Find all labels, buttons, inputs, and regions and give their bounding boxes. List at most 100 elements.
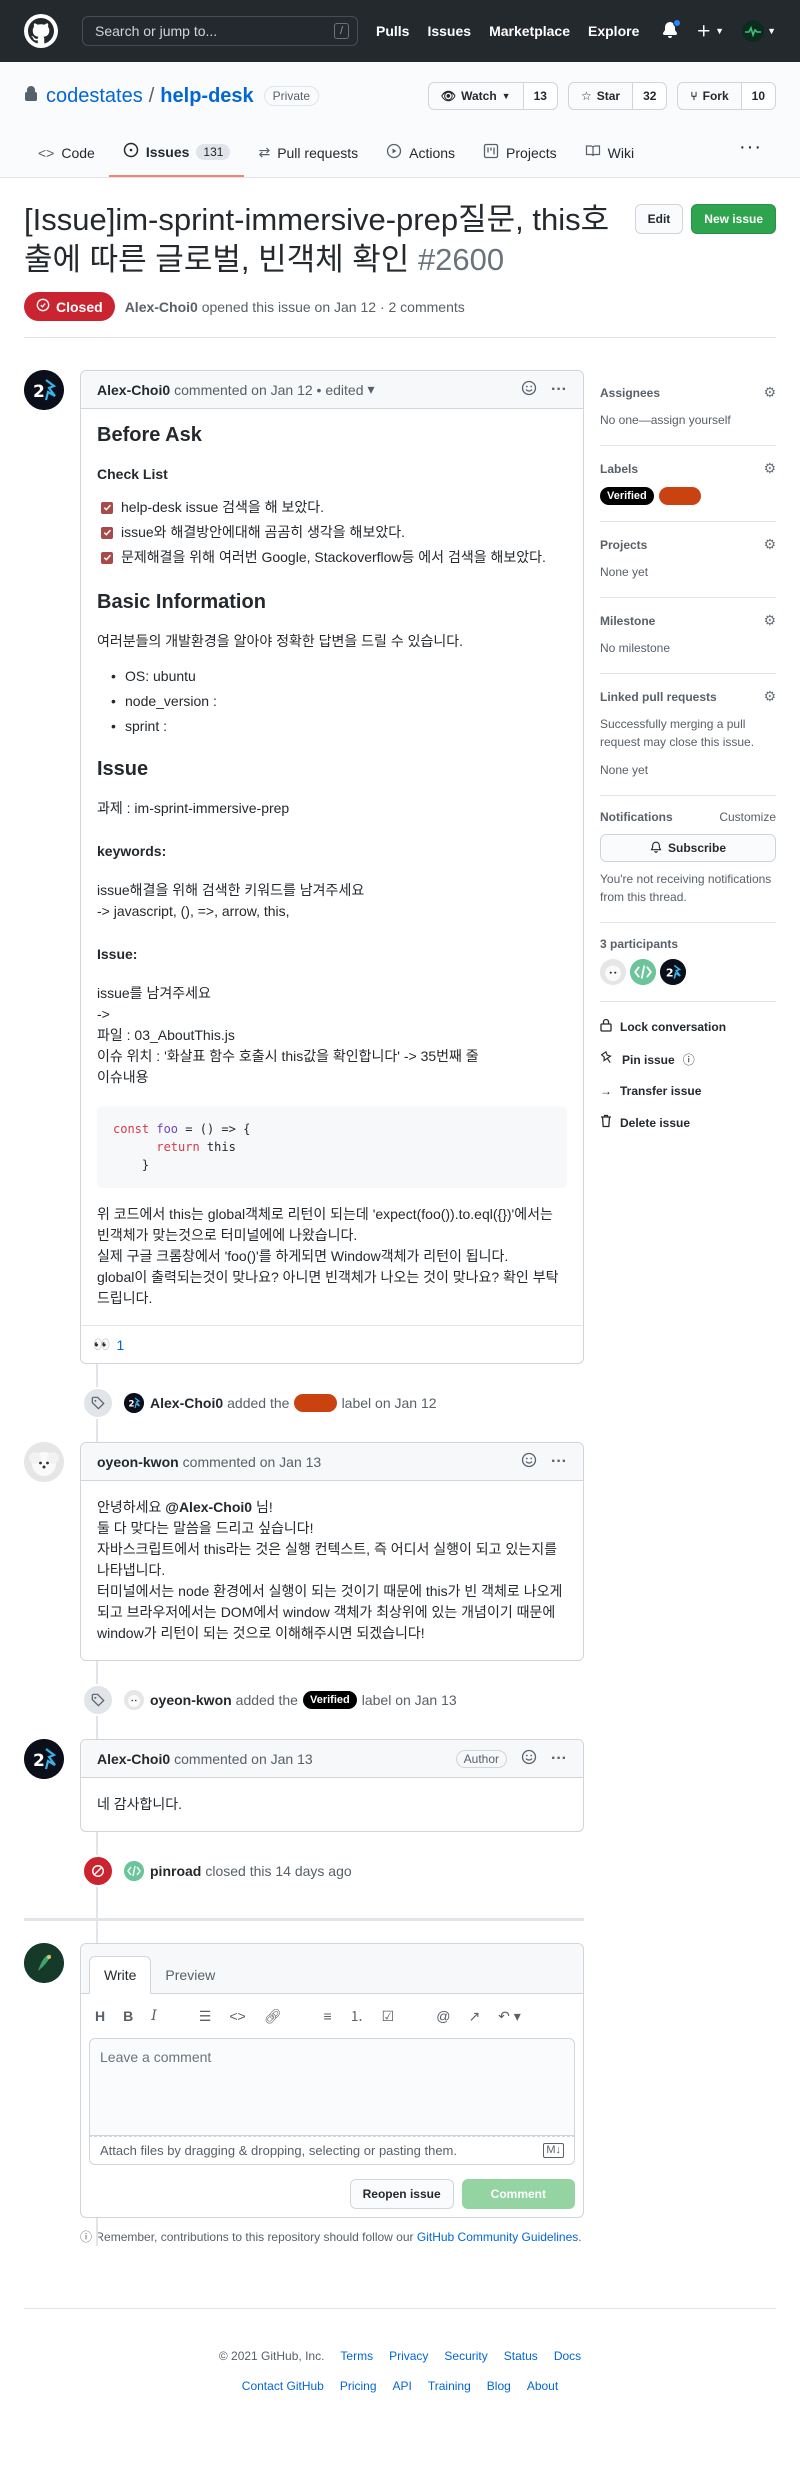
star-button[interactable]: ☆ Star	[569, 83, 634, 109]
footer-link-security[interactable]: Security	[444, 2349, 487, 2363]
issue-label[interactable]: issue	[659, 487, 702, 505]
avatar[interactable]: 2	[24, 370, 64, 410]
gear-icon[interactable]: ⚙	[763, 612, 776, 629]
footer-link-blog[interactable]: Blog	[487, 2379, 511, 2393]
user-mention-link[interactable]: @Alex-Choi0	[165, 1499, 252, 1515]
github-logo-icon[interactable]	[24, 14, 58, 48]
pin-issue-button[interactable]: Pin issue ⓘ	[600, 1050, 776, 1068]
avatar[interactable]	[24, 1943, 64, 1983]
quote-icon[interactable]: ☰	[199, 2008, 212, 2025]
star-count[interactable]: 32	[633, 83, 667, 109]
gear-icon[interactable]: ⚙	[763, 384, 776, 401]
comment-meta[interactable]: commented on Jan 12 • edited	[174, 382, 363, 398]
footer-link-status[interactable]: Status	[504, 2349, 538, 2363]
footer-link-docs[interactable]: Docs	[554, 2349, 581, 2363]
avatar[interactable]	[600, 959, 626, 985]
chevron-down-icon[interactable]: ▾	[367, 381, 374, 398]
comment-textarea[interactable]: Leave a comment	[89, 2038, 575, 2136]
checkbox-checked-icon[interactable]	[101, 551, 113, 564]
comment-author[interactable]: Alex-Choi0	[97, 1751, 170, 1767]
code-icon[interactable]: <>	[229, 2008, 245, 2024]
nav-issues[interactable]: Issues	[427, 23, 471, 39]
kebab-menu-icon[interactable]: ···	[551, 381, 567, 399]
avatar[interactable]	[630, 959, 656, 985]
kebab-menu-icon[interactable]: ···	[551, 1750, 567, 1768]
notifications-bell-icon[interactable]	[662, 18, 682, 41]
gear-icon[interactable]: ⚙	[763, 460, 776, 477]
comment-button[interactable]: Comment	[461, 2179, 575, 2209]
more-menu-icon[interactable]: ···	[725, 132, 776, 177]
comment-author[interactable]: Alex-Choi0	[97, 382, 170, 398]
fork-count[interactable]: 10	[741, 83, 775, 109]
edit-button[interactable]: Edit	[634, 204, 684, 234]
transfer-issue-button[interactable]: → Transfer issue	[600, 1084, 776, 1098]
reply-icon[interactable]: ↶ ▾	[498, 2008, 521, 2025]
footer-link-about[interactable]: About	[527, 2379, 558, 2393]
verified-label[interactable]: Verified	[600, 487, 654, 505]
avatar[interactable]	[124, 1690, 144, 1710]
nav-explore[interactable]: Explore	[588, 23, 639, 39]
new-issue-button[interactable]: New issue	[691, 204, 776, 234]
markdown-icon[interactable]: M↓	[543, 2143, 564, 2158]
issue-author-link[interactable]: Alex-Choi0	[125, 299, 198, 315]
heading-icon[interactable]: H	[95, 2008, 105, 2024]
footer-link-terms[interactable]: Terms	[340, 2349, 373, 2363]
smiley-icon[interactable]	[521, 1452, 537, 1471]
repo-name-link[interactable]: help-desk	[160, 85, 253, 108]
tab-projects[interactable]: Projects	[469, 132, 571, 177]
tab-pull-requests[interactable]: ⇄ Pull requests	[244, 132, 372, 177]
bold-icon[interactable]: B	[123, 2008, 133, 2024]
checkbox-checked-icon[interactable]	[101, 501, 113, 514]
repo-owner-link[interactable]: codestates	[46, 85, 143, 108]
avatar[interactable]: 2	[660, 959, 686, 985]
create-new-icon[interactable]: ▼	[696, 23, 724, 39]
verified-label[interactable]: Verified	[302, 1691, 357, 1709]
watch-count[interactable]: 13	[523, 83, 557, 109]
tab-actions[interactable]: Actions	[372, 132, 469, 177]
tab-wiki[interactable]: Wiki	[571, 132, 648, 177]
tab-preview[interactable]: Preview	[151, 1957, 229, 1993]
eyes-reaction-button[interactable]: 👀 1	[93, 1336, 124, 1353]
link-icon[interactable]: 🔗︎	[264, 2008, 282, 2025]
footer-link-privacy[interactable]: Privacy	[389, 2349, 428, 2363]
kebab-menu-icon[interactable]: ···	[551, 1453, 567, 1471]
ordered-list-icon[interactable]: ⒈	[350, 2006, 364, 2026]
tab-code[interactable]: <> Code	[24, 132, 109, 177]
avatar[interactable]: 2	[124, 1393, 144, 1413]
lock-conversation-button[interactable]: Lock conversation	[600, 1018, 776, 1035]
event-actor[interactable]: oyeon-kwon	[150, 1692, 232, 1708]
nav-pulls[interactable]: Pulls	[376, 23, 409, 39]
watch-button[interactable]: 👁 Watch ▼	[429, 83, 524, 109]
tab-issues[interactable]: Issues 131	[108, 132, 245, 177]
search-input[interactable]: Search or jump to... /	[82, 16, 358, 46]
cross-reference-icon[interactable]: ↗	[468, 2008, 480, 2025]
checkbox-checked-icon[interactable]	[101, 526, 113, 539]
avatar[interactable]	[24, 1442, 64, 1482]
gear-icon[interactable]: ⚙	[763, 536, 776, 553]
event-actor[interactable]: pinroad	[150, 1863, 201, 1879]
user-menu[interactable]: ▼	[742, 20, 776, 42]
footer-link-contact[interactable]: Contact GitHub	[242, 2379, 324, 2393]
fork-button[interactable]: ⑂ Fork	[678, 83, 742, 109]
avatar[interactable]	[124, 1861, 144, 1881]
info-icon[interactable]: ⓘ	[683, 1051, 695, 1068]
comment-meta[interactable]: commented on Jan 13	[174, 1751, 313, 1767]
nav-marketplace[interactable]: Marketplace	[489, 23, 570, 39]
issue-label[interactable]: issue	[294, 1394, 337, 1412]
smiley-icon[interactable]	[521, 380, 537, 399]
mention-icon[interactable]: @	[436, 2008, 450, 2024]
event-actor[interactable]: Alex-Choi0	[150, 1395, 223, 1411]
avatar[interactable]: 2	[24, 1739, 64, 1779]
tab-write[interactable]: Write	[89, 1956, 152, 1994]
subscribe-button[interactable]: Subscribe	[600, 834, 776, 862]
customize-link[interactable]: Customize	[719, 810, 776, 824]
footer-link-pricing[interactable]: Pricing	[340, 2379, 377, 2393]
file-attachment-zone[interactable]: Attach files by dragging & dropping, sel…	[89, 2136, 575, 2165]
comment-author[interactable]: oyeon-kwon	[97, 1454, 179, 1470]
task-list-icon[interactable]: ☑	[382, 2008, 395, 2025]
unordered-list-icon[interactable]: ≡	[323, 2008, 331, 2024]
footer-link-training[interactable]: Training	[428, 2379, 471, 2393]
smiley-icon[interactable]	[521, 1749, 537, 1768]
guidelines-link[interactable]: GitHub Community Guidelines	[417, 2230, 578, 2244]
italic-icon[interactable]: I	[151, 2008, 157, 2024]
